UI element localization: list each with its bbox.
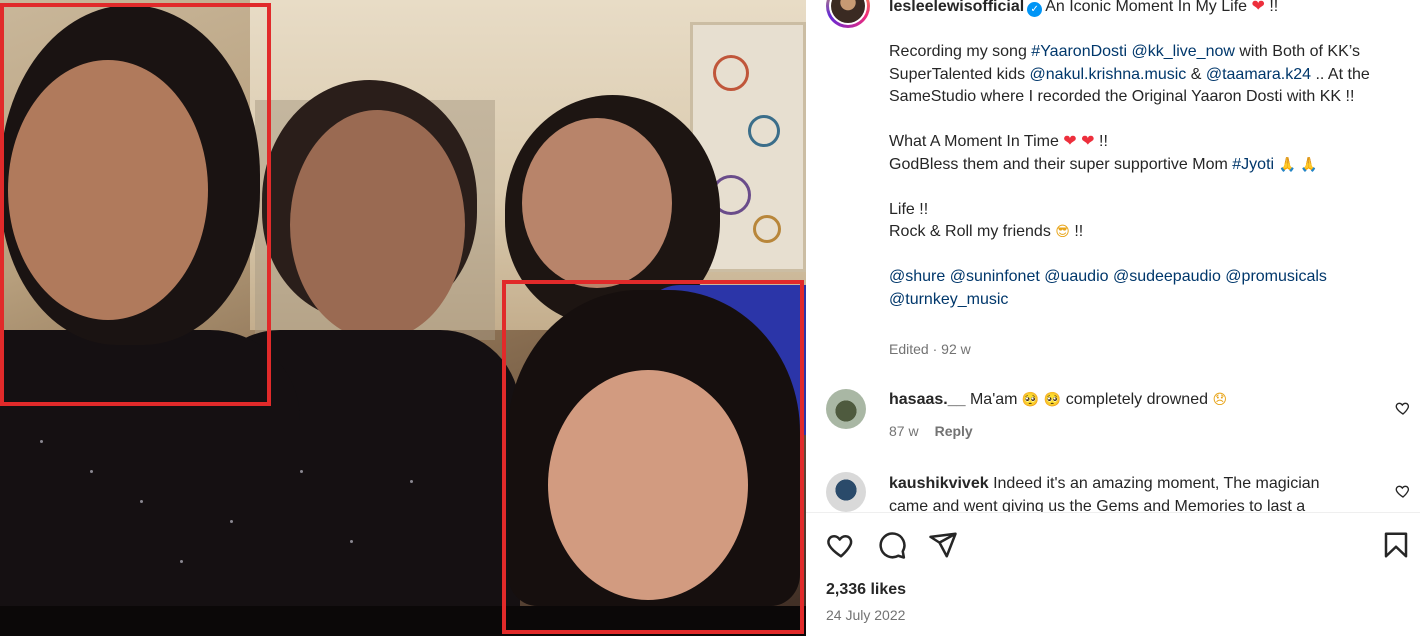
caption-text: Recording my song xyxy=(889,43,1032,60)
shirt-sparkle xyxy=(410,480,413,483)
comment-like-heart-icon[interactable] xyxy=(1395,400,1411,416)
mention-nakul[interactable]: @nakul.krishna.music xyxy=(1030,66,1187,83)
commenter-username[interactable]: hasaas.__ xyxy=(889,391,966,408)
comment-body: completely drowned xyxy=(1061,391,1213,408)
edited-meta: Edited · 92 w xyxy=(889,341,971,357)
highlight-box-left xyxy=(0,3,271,406)
verified-badge-icon: ✓ xyxy=(1027,2,1043,17)
comment-meta: 87 w Reply xyxy=(889,423,973,439)
pleading-face-emoji-icon: 🥺 🥺 xyxy=(1021,392,1062,408)
comment-bubble-icon[interactable] xyxy=(877,530,907,560)
post-action-bar xyxy=(826,530,1408,560)
caption-text: What A Moment In Time xyxy=(889,133,1064,150)
shirt-sparkle xyxy=(140,500,143,503)
commenter-avatar[interactable] xyxy=(826,472,866,512)
author-username[interactable]: lesleelewisofficial xyxy=(889,0,1024,15)
man-face xyxy=(290,110,465,340)
author-avatar[interactable] xyxy=(826,0,870,28)
post-details-panel: lesleelewisofficial ✓ An Iconic Moment In … xyxy=(806,0,1420,636)
caption-text: !! xyxy=(1069,223,1084,240)
panel-divider xyxy=(806,512,1420,513)
heart-emoji-icon: ❤ ❤ xyxy=(1063,133,1095,150)
paper-plane-icon[interactable] xyxy=(928,530,958,560)
post-photo[interactable] xyxy=(0,0,806,636)
post-age[interactable]: 92 w xyxy=(941,341,971,357)
post-date[interactable]: 24 July 2022 xyxy=(826,607,905,623)
caption-text: !! xyxy=(1094,133,1108,150)
caption-text: & xyxy=(1186,65,1206,83)
shirt-sparkle xyxy=(300,470,303,473)
shirt-sparkle xyxy=(40,440,43,443)
caption-line1-suffix: !! xyxy=(1264,0,1279,15)
sponsor-mentions[interactable]: @shure @suninfonet @uaudio @sudeepaudio … xyxy=(889,268,1327,285)
commenter-avatar[interactable] xyxy=(826,389,866,429)
mention-taamara[interactable]: @taamara.k24 xyxy=(1206,66,1311,83)
shirt-sparkle xyxy=(180,560,183,563)
bookmark-icon[interactable] xyxy=(1381,530,1411,560)
post-caption: lesleelewisofficial ✓ An Iconic Moment In … xyxy=(889,0,1394,311)
comment-body: Ma'am xyxy=(965,391,1022,408)
comment-text: hasaas.__ Ma'am 🥺 🥺 completely drowned 😞 xyxy=(889,389,1359,412)
heart-emoji-icon: ❤ xyxy=(1247,0,1265,15)
shirt-sparkle xyxy=(350,540,353,543)
heart-outline-icon[interactable] xyxy=(826,530,856,560)
commenter-username[interactable]: kaushikvivek xyxy=(889,475,989,492)
hashtag-jyoti[interactable]: #Jyoti xyxy=(1232,156,1274,173)
disappointed-face-emoji-icon: 😞 xyxy=(1212,392,1228,408)
shirt-sparkle xyxy=(90,470,93,473)
mention-kk[interactable]: @kk_live_now xyxy=(1132,43,1235,60)
woman-face xyxy=(522,118,672,288)
caption-text: Life !! xyxy=(889,200,929,218)
sunglasses-emoji-icon: 😎 xyxy=(1055,224,1070,240)
comment-like-heart-icon[interactable] xyxy=(1395,483,1411,499)
edited-separator: · xyxy=(928,341,942,357)
reply-button[interactable]: Reply xyxy=(935,423,973,439)
likes-count[interactable]: 2,336 likes xyxy=(826,581,906,599)
caption-text: GodBless them and their super supportive… xyxy=(889,155,1233,173)
shirt-sparkle xyxy=(230,520,233,523)
comment-text: kaushikvivek Indeed it's an amazing mome… xyxy=(889,473,1359,512)
caption-text: Rock & Roll my friends xyxy=(889,223,1056,240)
hashtag-yaarondosti[interactable]: #YaaronDosti xyxy=(1031,43,1127,60)
praying-hands-emoji-icon: 🙏 🙏 xyxy=(1278,156,1318,173)
comment-age: 87 w xyxy=(889,423,919,439)
caption-line1: An Iconic Moment In My Life xyxy=(1045,0,1248,15)
sponsor-mention-turnkey[interactable]: @turnkey_music xyxy=(889,291,1008,308)
comment-item: hasaas.__ Ma'am 🥺 🥺 completely drowned 😞… xyxy=(826,389,1411,449)
edited-label: Edited xyxy=(889,341,929,357)
comment-item: kaushikvivek Indeed it's an amazing mome… xyxy=(826,472,1411,512)
highlight-box-right xyxy=(502,280,804,634)
